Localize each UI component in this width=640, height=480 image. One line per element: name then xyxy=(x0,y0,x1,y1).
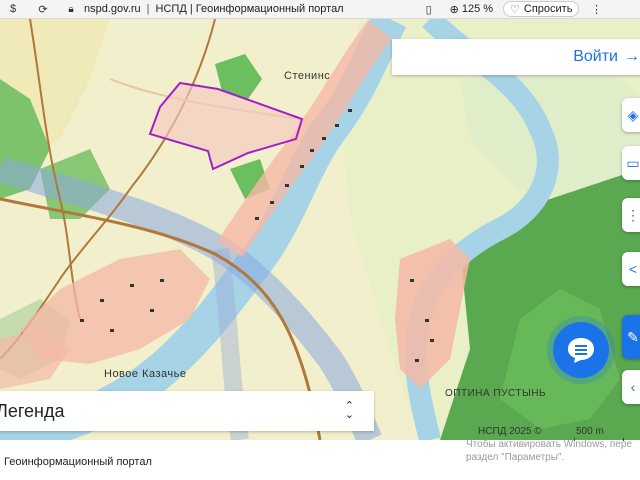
place-label-novoe-kazachye: Новое Казачье xyxy=(104,368,187,380)
ask-icon: ♡ xyxy=(510,3,520,16)
zoom-icon: ⊕ xyxy=(449,3,459,16)
login-label: Войти xyxy=(573,48,618,65)
place-label-stenino: Стенинс xyxy=(284,70,331,82)
ruler-icon: ▭ xyxy=(626,154,640,171)
lock-icon[interactable]: 🔒︎ xyxy=(64,2,78,16)
more-icon[interactable]: ⋮ xyxy=(589,2,603,16)
status-bar-label: Геоинформационный портал xyxy=(4,456,152,468)
windows-activation-notice: Чтобы активировать Windows, пере раздел … xyxy=(466,438,632,464)
bookmark-icon[interactable]: ▯ xyxy=(422,2,436,16)
draw-tool-button[interactable]: ✎ xyxy=(622,315,640,359)
map-scale-label: 500 m xyxy=(576,426,604,437)
map-copyright: НСПД 2025 © xyxy=(478,426,542,437)
refresh-icon[interactable]: ⟳ xyxy=(36,2,50,16)
title-separator: | xyxy=(146,3,150,15)
browser-toolbar: $ ⟳ 🔒︎ nspd.gov.ru | НСПД | Геоинформаци… xyxy=(0,0,640,19)
route-icon: ⋮ xyxy=(626,206,640,223)
share-tool-button[interactable]: < xyxy=(622,252,640,286)
ruler-tool-button[interactable]: ▭ xyxy=(622,146,640,180)
legend-panel[interactable]: Легенда ⌃ ⌄ xyxy=(0,391,374,431)
login-button[interactable]: Войти → xyxy=(392,39,640,75)
share-icon: < xyxy=(628,261,638,277)
zoom-indicator[interactable]: ⊕ 125 % xyxy=(450,3,493,16)
legend-title: Легенда xyxy=(0,400,65,421)
layers-icon: ◈ xyxy=(627,106,639,123)
route-tool-button[interactable]: ⋮ xyxy=(622,198,640,232)
zoom-level: 125 % xyxy=(461,3,494,15)
chat-icon xyxy=(568,338,594,363)
login-arrow-icon: → xyxy=(624,48,640,65)
dollar-icon[interactable]: $ xyxy=(6,2,20,16)
place-label-optina-pustyn: ОПТИНА ПУСТЫНЬ xyxy=(445,388,547,399)
ask-button[interactable]: ♡ Спросить xyxy=(503,1,580,17)
ask-label: Спросить xyxy=(523,3,573,15)
chat-button[interactable] xyxy=(553,322,609,378)
map-layer xyxy=(0,19,640,440)
activation-line-2: раздел "Параметры". xyxy=(466,452,565,463)
arrow-left-icon: ‹ xyxy=(630,379,636,395)
activation-line-1: Чтобы активировать Windows, пере xyxy=(466,439,632,450)
map-canvas[interactable]: Стенинс Новое Казачье ОПТИНА ПУСТЫНЬ xyxy=(0,19,640,440)
pencil-icon: ✎ xyxy=(627,328,639,345)
layers-tool-button[interactable]: ◈ xyxy=(622,98,640,132)
tab-title: НСПД | Геоинформационный портал xyxy=(155,3,344,15)
back-tool-button[interactable]: ‹ xyxy=(622,370,640,404)
expand-chevron-icon[interactable]: ⌃ ⌄ xyxy=(345,401,354,421)
address-url[interactable]: nspd.gov.ru xyxy=(84,3,141,15)
